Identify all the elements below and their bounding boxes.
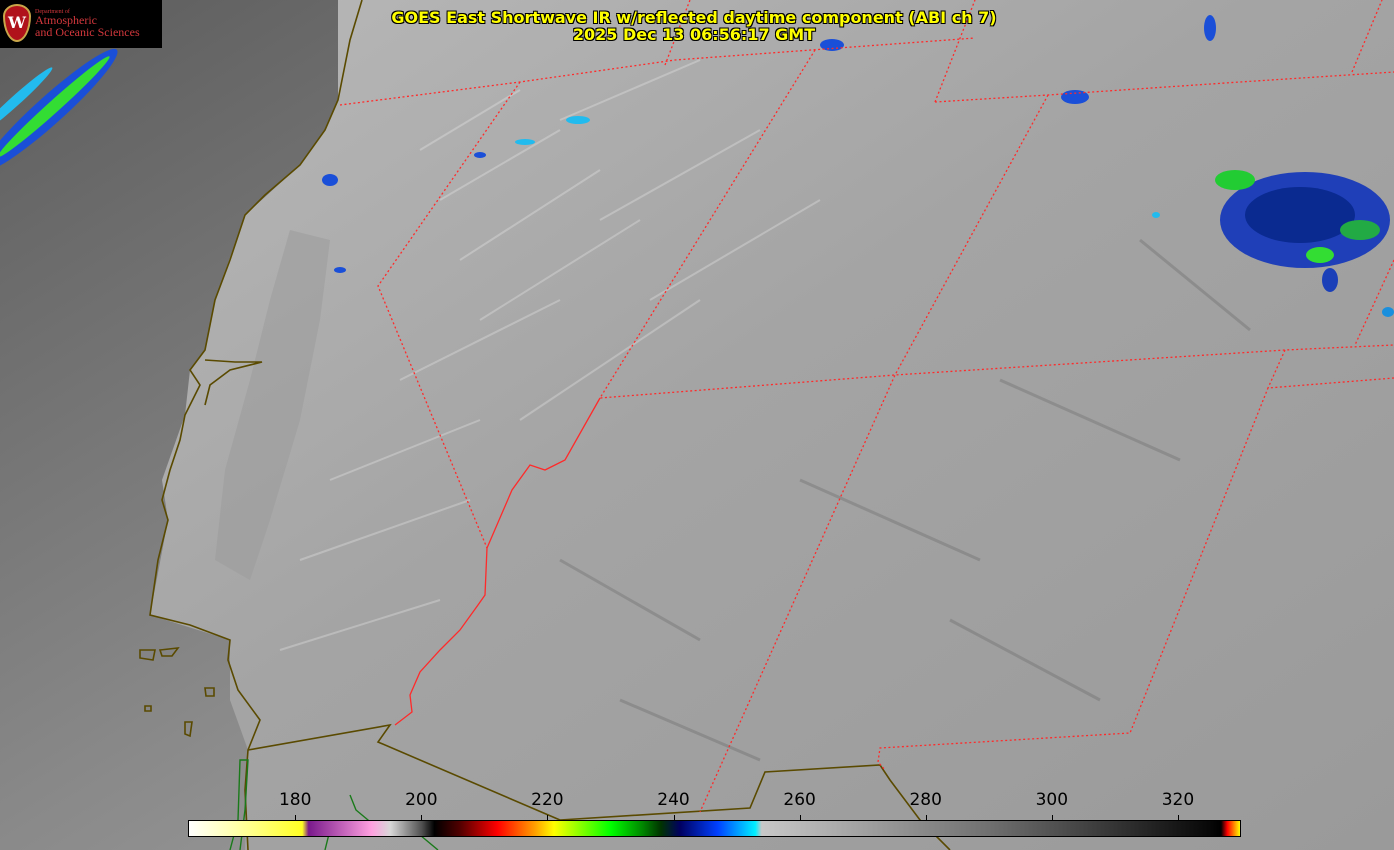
colorbar-tick bbox=[421, 815, 423, 820]
title-timestamp: 2025 Dec 13 06:56:17 GMT bbox=[572, 25, 816, 44]
colorbar-tick-label: 320 bbox=[1161, 790, 1195, 810]
cold-cloud-small-5 bbox=[334, 267, 346, 273]
image-title: GOES East Shortwave IR w/reflected dayti… bbox=[0, 9, 1388, 43]
cold-cloud-small-8 bbox=[474, 152, 486, 158]
colorbar-tick bbox=[1051, 815, 1053, 820]
cold-cloud-small-7 bbox=[515, 139, 535, 145]
colorbar-tick-label: 280 bbox=[909, 790, 942, 810]
land-area bbox=[150, 0, 1394, 850]
cold-cloud-small-9 bbox=[1152, 212, 1160, 218]
colorbar-tick-label: 240 bbox=[657, 790, 690, 810]
colorbar-tick bbox=[799, 815, 801, 820]
colorbar-tick-label: 260 bbox=[783, 790, 816, 810]
cold-cloud-small-4 bbox=[322, 174, 338, 186]
colorbar-tick bbox=[1177, 815, 1179, 820]
temperature-colorbar bbox=[188, 820, 1241, 837]
colorbar-tick bbox=[673, 815, 675, 820]
colorbar-tick-label: 220 bbox=[531, 790, 564, 810]
colorbar-tick bbox=[547, 815, 549, 820]
colorbar-tick bbox=[295, 815, 297, 820]
colorbar-tick-label: 180 bbox=[278, 790, 312, 810]
cold-cloud-small-6 bbox=[566, 116, 590, 124]
satellite-map bbox=[0, 0, 1394, 850]
colorbar-tick bbox=[925, 815, 927, 820]
title-product: GOES East Shortwave IR w/reflected dayti… bbox=[391, 8, 997, 27]
colorbar-tick-label: 200 bbox=[405, 790, 438, 810]
colorbar-tick-label: 300 bbox=[1035, 790, 1069, 810]
